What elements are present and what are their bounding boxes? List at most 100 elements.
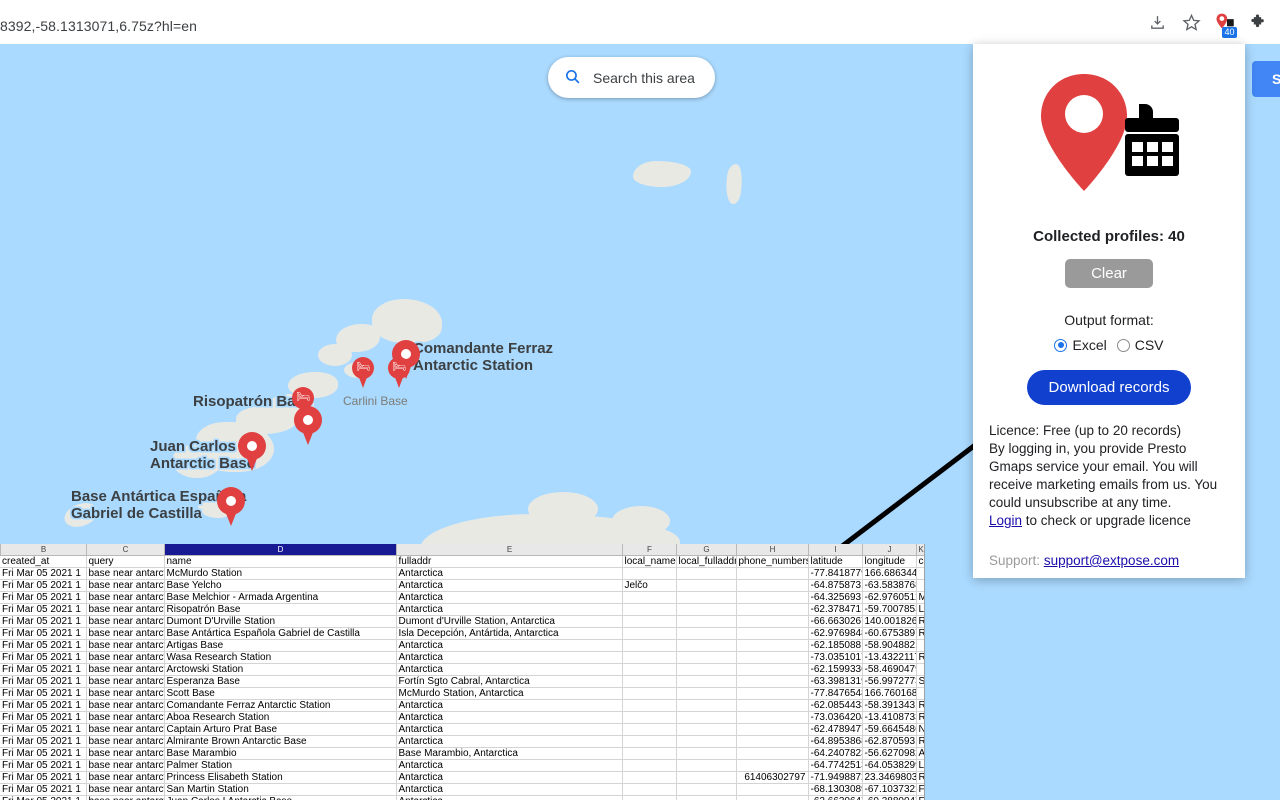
- column-header-B[interactable]: B: [1, 544, 87, 556]
- cell[interactable]: [676, 664, 736, 676]
- cell[interactable]: -66.6630267: [808, 616, 862, 628]
- cell[interactable]: -71.9498872: [808, 772, 862, 784]
- cell[interactable]: [622, 604, 676, 616]
- download-icon[interactable]: [1142, 7, 1172, 37]
- column-header-J[interactable]: J: [863, 544, 917, 556]
- cell[interactable]: -64.7742513: [808, 760, 862, 772]
- cell[interactable]: Fri Mar 05 2021 1: [0, 736, 86, 748]
- cell[interactable]: Fou: [916, 796, 925, 800]
- presto-gmaps-extension-icon[interactable]: 40: [1210, 7, 1240, 37]
- cell[interactable]: [736, 652, 808, 664]
- cell[interactable]: [676, 652, 736, 664]
- cell[interactable]: base near antarctida: [86, 568, 164, 580]
- cell[interactable]: [676, 712, 736, 724]
- cell[interactable]: -73.0364204: [808, 712, 862, 724]
- cell[interactable]: Antarctica: [396, 760, 622, 772]
- column-header-I[interactable]: I: [809, 544, 863, 556]
- cell[interactable]: Princess Elisabeth Station: [164, 772, 396, 784]
- cell[interactable]: base near antarctida: [86, 796, 164, 800]
- cell[interactable]: Fri Mar 05 2021 1: [0, 676, 86, 688]
- cell[interactable]: -63.5838768: [862, 580, 916, 592]
- cell[interactable]: Fri Mar 05 2021 1: [0, 664, 86, 676]
- cell[interactable]: [916, 580, 925, 592]
- cell[interactable]: Wasa Research Station: [164, 652, 396, 664]
- cell[interactable]: [676, 772, 736, 784]
- column-label-query[interactable]: query: [86, 556, 164, 568]
- cell[interactable]: Fri Mar 05 2021 1: [0, 724, 86, 736]
- cell[interactable]: Fri Mar 05 2021 1: [0, 688, 86, 700]
- cell[interactable]: Palmer Station: [164, 760, 396, 772]
- cell[interactable]: [622, 736, 676, 748]
- cell[interactable]: [622, 664, 676, 676]
- cell[interactable]: -13.4322117: [862, 652, 916, 664]
- cell[interactable]: base near antarctida: [86, 652, 164, 664]
- column-header-D[interactable]: D: [165, 544, 397, 556]
- cell[interactable]: Antarctica: [396, 700, 622, 712]
- cell[interactable]: Base Melchior - Armada Argentina: [164, 592, 396, 604]
- cell[interactable]: Fri Mar 05 2021 1: [0, 760, 86, 772]
- cell[interactable]: base near antarctida: [86, 712, 164, 724]
- cell[interactable]: Risopatrón Base: [164, 604, 396, 616]
- cell[interactable]: Isla Decepción, Antártida, Antarctica: [396, 628, 622, 640]
- cell[interactable]: base near antarctida: [86, 664, 164, 676]
- cell[interactable]: [676, 616, 736, 628]
- cell[interactable]: Artigas Base: [164, 640, 396, 652]
- cell[interactable]: [622, 748, 676, 760]
- cell[interactable]: [622, 676, 676, 688]
- cell[interactable]: Res: [916, 616, 925, 628]
- cell[interactable]: Aboa Research Station: [164, 712, 396, 724]
- radio-option-excel[interactable]: Excel: [1054, 337, 1106, 353]
- cell[interactable]: Loc: [916, 604, 925, 616]
- cell[interactable]: -64.325693: [808, 592, 862, 604]
- cell[interactable]: -62.1599336: [808, 664, 862, 676]
- cell[interactable]: base near antarctida: [86, 784, 164, 796]
- cell[interactable]: Antarctica: [396, 784, 622, 796]
- cell[interactable]: [916, 664, 925, 676]
- cell[interactable]: -13.4108733: [862, 712, 916, 724]
- cell[interactable]: [622, 796, 676, 800]
- cell[interactable]: [622, 700, 676, 712]
- cell[interactable]: base near antarctida: [86, 676, 164, 688]
- radio-csv-indicator[interactable]: [1117, 339, 1130, 352]
- cell[interactable]: -62.9760512: [862, 592, 916, 604]
- cell[interactable]: -58.4690479: [862, 664, 916, 676]
- cell[interactable]: [622, 760, 676, 772]
- cell[interactable]: -62.9769848: [808, 628, 862, 640]
- cell[interactable]: -62.8705931: [862, 736, 916, 748]
- column-header-G[interactable]: G: [677, 544, 737, 556]
- cell[interactable]: Fri Mar 05 2021 1: [0, 712, 86, 724]
- cell[interactable]: [736, 604, 808, 616]
- cell[interactable]: [736, 580, 808, 592]
- cell[interactable]: Esperanza Base: [164, 676, 396, 688]
- cell[interactable]: Captain Arturo Prat Base: [164, 724, 396, 736]
- cell[interactable]: San Martin Station: [164, 784, 396, 796]
- cell[interactable]: [736, 664, 808, 676]
- cell[interactable]: [676, 748, 736, 760]
- cell[interactable]: -60.6753897: [862, 628, 916, 640]
- extensions-puzzle-icon[interactable]: [1244, 7, 1274, 37]
- cell[interactable]: -64.0538299: [862, 760, 916, 772]
- cell[interactable]: Res: [916, 652, 925, 664]
- cell[interactable]: [622, 628, 676, 640]
- cell[interactable]: [676, 700, 736, 712]
- cell[interactable]: [736, 724, 808, 736]
- cell[interactable]: Antarctica: [396, 724, 622, 736]
- column-header-K[interactable]: K: [917, 544, 925, 556]
- cell[interactable]: [676, 724, 736, 736]
- cell[interactable]: -64.2407823: [808, 748, 862, 760]
- cell[interactable]: Fri Mar 05 2021 1: [0, 652, 86, 664]
- cell[interactable]: Fri Mar 05 2021 1: [0, 616, 86, 628]
- address-bar-url[interactable]: 8392,-58.1313071,6.75z?hl=en: [0, 18, 197, 34]
- column-header-H[interactable]: H: [737, 544, 809, 556]
- cell[interactable]: Res: [916, 712, 925, 724]
- cell[interactable]: base near antarctida: [86, 772, 164, 784]
- cell[interactable]: Scott Base: [164, 688, 396, 700]
- cell[interactable]: [916, 568, 925, 580]
- cell[interactable]: Fri Mar 05 2021 1: [0, 604, 86, 616]
- cell[interactable]: [676, 640, 736, 652]
- cell[interactable]: base near antarctida: [86, 616, 164, 628]
- cell[interactable]: Fri Mar 05 2021 1: [0, 772, 86, 784]
- cell[interactable]: [676, 604, 736, 616]
- clear-button[interactable]: Clear: [1065, 259, 1153, 288]
- cell[interactable]: [676, 592, 736, 604]
